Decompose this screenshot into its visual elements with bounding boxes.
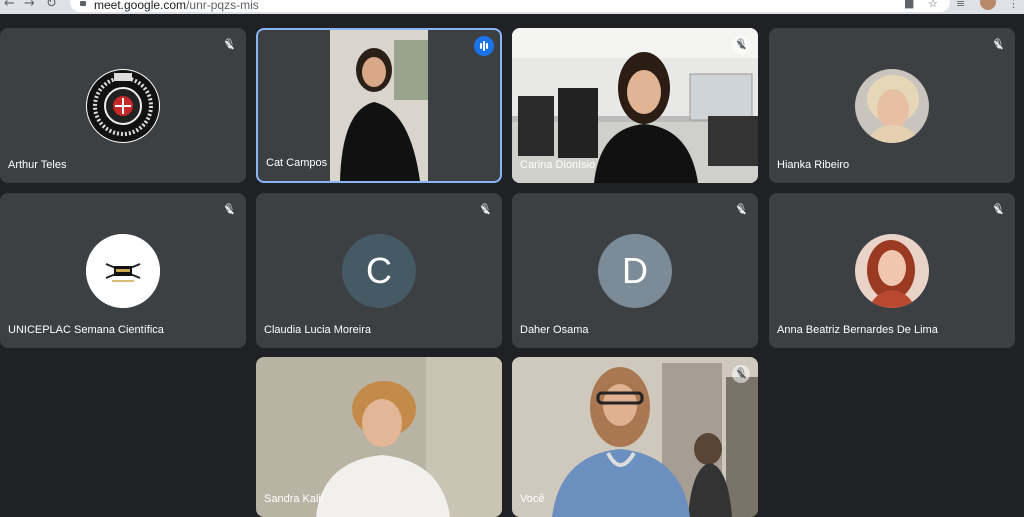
muted-mic-icon: 🎙 xyxy=(476,201,494,219)
participant-name: Cat Campos xyxy=(266,157,328,169)
avatar xyxy=(855,233,929,308)
participant-tile[interactable]: D 🎙 Daher Osama xyxy=(512,193,758,348)
participant-tile[interactable]: 🎙 Hianka Ribeiro xyxy=(769,28,1015,183)
avatar-initial: C xyxy=(342,233,416,308)
muted-mic-icon: 🎙 xyxy=(732,201,750,219)
participant-name: Daher Osama xyxy=(520,324,589,336)
muted-mic-icon: 🎙 xyxy=(989,36,1007,54)
address-bar[interactable]: meet.google.com/unr-pqzs-mis xyxy=(70,0,950,12)
muted-mic-icon: 🎙 xyxy=(732,36,750,54)
participant-name: Você xyxy=(520,493,545,505)
browser-toolbar: ← → ↻ meet.google.com/unr-pqzs-mis ■ ☆ ≡… xyxy=(0,0,1024,14)
participant-name: Hianka Ribeiro xyxy=(777,159,850,171)
participant-tile[interactable]: 🎙 Carina Dionísio xyxy=(512,28,758,183)
participant-tile[interactable]: 🎙 Arthur Teles xyxy=(0,28,246,183)
muted-mic-icon: 🎙 xyxy=(220,201,238,219)
participant-tile[interactable]: C 🎙 Claudia Lucia Moreira xyxy=(256,193,502,348)
lock-icon xyxy=(80,1,86,6)
reload-icon[interactable]: ↻ xyxy=(46,0,57,11)
menu-icon[interactable]: ⋮ xyxy=(1008,0,1019,10)
participant-tile[interactable]: 🎙 Anna Beatriz Bernardes De Lima xyxy=(769,193,1015,348)
avatar-initial: D xyxy=(598,233,672,308)
participant-name: Carina Dionísio xyxy=(520,159,596,171)
speaking-indicator-icon xyxy=(474,36,494,56)
profile-photo xyxy=(855,68,929,143)
participant-video xyxy=(512,357,758,517)
back-arrow-icon[interactable]: ← xyxy=(4,0,15,11)
avatar xyxy=(86,68,160,143)
camera-icon[interactable]: ■ xyxy=(904,0,914,10)
forward-arrow-icon[interactable]: → xyxy=(24,0,35,11)
participant-name: Arthur Teles xyxy=(8,159,67,171)
participant-tile[interactable]: 🎙 Você xyxy=(512,357,758,517)
muted-mic-icon: 🎙 xyxy=(989,201,1007,219)
participant-name: Claudia Lucia Moreira xyxy=(264,324,371,336)
profile-photo xyxy=(855,233,929,308)
star-icon[interactable]: ☆ xyxy=(928,0,938,10)
participant-name: Anna Beatriz Bernardes De Lima xyxy=(777,324,938,336)
participant-video xyxy=(330,30,428,181)
participant-tile[interactable]: Cat Campos xyxy=(256,28,502,183)
participant-name: Sandra Kalil xyxy=(264,493,324,505)
profile-icon[interactable] xyxy=(980,0,996,10)
participant-tile[interactable]: 🎙 UNICEPLAC Semana Científica xyxy=(0,193,246,348)
participant-tile[interactable]: Sandra Kalil xyxy=(256,357,502,517)
avatar xyxy=(855,68,929,143)
uniceplac-logo-icon xyxy=(86,233,160,308)
participant-name: UNICEPLAC Semana Científica xyxy=(8,324,164,336)
muted-mic-icon: 🎙 xyxy=(220,36,238,54)
emblem-logo-icon xyxy=(87,69,159,142)
muted-mic-icon: 🎙 xyxy=(732,365,750,383)
avatar xyxy=(86,233,160,308)
url-text: meet.google.com/unr-pqzs-mis xyxy=(94,0,259,12)
playlist-icon[interactable]: ≡ xyxy=(956,0,965,10)
